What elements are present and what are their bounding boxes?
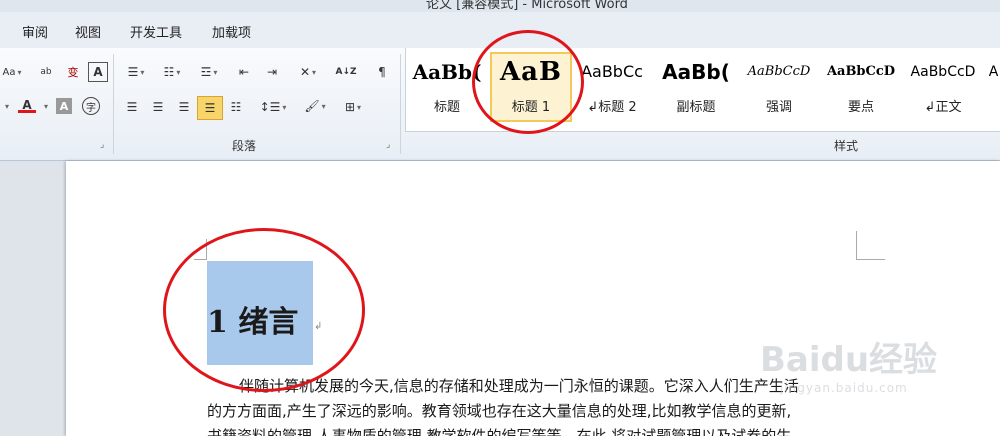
sort-icon[interactable]: A↓Z (335, 62, 356, 82)
ribbon-tabs: 审阅 视图 开发工具 加载项 (0, 12, 1000, 49)
style-preview: AaBbCcD (747, 64, 811, 79)
multilevel-list-button[interactable]: ☲ ▾ (195, 62, 223, 82)
group-separator (400, 54, 401, 154)
styles-group-label: 样式 (834, 139, 859, 153)
style-preview: AaBbCc (581, 62, 643, 81)
style-heading-1[interactable]: AaB 标题 1 (490, 52, 572, 122)
style-name: 强调 (765, 100, 792, 115)
clear-format-icon[interactable]: 变 (62, 62, 84, 82)
character-shading-icon[interactable]: A (56, 98, 72, 114)
style-heading-2[interactable]: AaBbCc ↲标题 2 (572, 54, 652, 120)
tab-view[interactable]: 视图 (75, 22, 101, 41)
align-center-icon[interactable]: ☰ (148, 97, 168, 117)
borders-button[interactable]: ⊞ ▾ (338, 97, 368, 117)
watermark-brand: Baidu经验 (760, 340, 938, 380)
style-title[interactable]: AaBb( 标题 (406, 54, 488, 120)
style-preview: AaBbCcD (910, 64, 976, 80)
font-size-shrink-button[interactable]: Aa ▾ (0, 62, 24, 82)
style-preview: AaBb( (662, 60, 730, 84)
font-color-button[interactable]: A (16, 94, 38, 116)
style-subtitle[interactable]: AaBb( 副标题 (656, 54, 736, 120)
font-color-dropdown-icon[interactable]: ▾ (40, 96, 50, 116)
style-strong[interactable]: AaBbCcD 要点 (822, 54, 900, 120)
style-name: ↲标题 2 (587, 100, 637, 115)
line-spacing-button[interactable]: ↕☰ ▾ (258, 97, 288, 117)
bullets-button[interactable]: ☰ ▾ (122, 62, 150, 82)
chinese-layout-button[interactable]: ✕ ▾ (294, 62, 322, 82)
align-right-icon[interactable]: ☰ (174, 97, 194, 117)
body-line[interactable]: 的方方面面,产生了深远的影响。教育领域也存在这大量信息的处理,比如教学信息的更新… (207, 400, 867, 421)
show-paragraph-marks-icon[interactable]: ¶ (374, 62, 390, 82)
decrease-indent-icon[interactable]: ⇤ (234, 62, 254, 82)
style-preview: AaB (500, 57, 562, 87)
styles-gallery: AaBb( 标题 AaB 标题 1 AaBbCc ↲标题 2 AaBb( 副标题… (405, 48, 1000, 132)
justify-icon[interactable]: ☰ (197, 96, 223, 120)
tab-review[interactable]: 审阅 (22, 22, 48, 41)
crop-mark-right (856, 231, 885, 260)
window-title: 论文 [兼容模式] - Microsoft Word (426, 0, 628, 12)
shading-button[interactable]: 🖌 ▾ (300, 95, 330, 117)
tab-developer[interactable]: 开发工具 (130, 22, 182, 41)
heading-1-text[interactable]: 1 绪言 (207, 297, 298, 341)
style-name: 要点 (847, 100, 874, 115)
watermark-url: jingyan.baidu.com (780, 381, 908, 395)
paragraph-dialog-launcher-icon[interactable]: ⌟ (386, 140, 390, 150)
increase-indent-icon[interactable]: ⇥ (262, 62, 282, 82)
phonetic-guide-icon[interactable]: ab (36, 62, 56, 82)
crop-mark-left (194, 239, 207, 260)
style-name: ↲正文 (924, 100, 962, 115)
numbering-button[interactable]: ☷ ▾ (158, 62, 186, 82)
style-preview: A (988, 64, 999, 80)
character-border-icon[interactable]: A (88, 62, 108, 82)
baidu-watermark-logo: Baidu经验 jingyan.baidu.com (760, 332, 937, 395)
font-overflow-icon[interactable]: ▾ (0, 96, 12, 116)
ribbon: Aa ▾ ab 变 A ▾ A ▾ A 字 ☰ ▾ ☷ ▾ ☲ ▾ ⇤ ⇥ ✕ ▾ A↓Z… (0, 48, 1000, 161)
font-dialog-launcher-icon[interactable]: ⌟ (100, 140, 104, 150)
group-separator (113, 54, 114, 154)
paragraph-group-label: 段落 (232, 139, 257, 153)
distributed-align-icon[interactable]: ☷ (226, 97, 246, 117)
style-more[interactable]: A (986, 54, 1000, 120)
enclose-characters-icon[interactable]: 字 (82, 97, 100, 115)
style-emphasis[interactable]: AaBbCcD 强调 (740, 54, 818, 120)
style-name: 标题 (433, 100, 460, 115)
style-preview: AaBb( (412, 60, 482, 84)
paragraph-mark: ↲ (314, 321, 323, 332)
body-line[interactable]: 书籍资料的管理,人事物质的管理,教学软件的编写等等。在此,将对试题管理以及试卷的… (207, 425, 867, 436)
tab-addins[interactable]: 加载项 (212, 22, 251, 41)
style-name: 标题 1 (511, 100, 551, 115)
style-normal[interactable]: AaBbCcD ↲正文 (904, 54, 982, 120)
title-bar: 论文 [兼容模式] - Microsoft Word (0, 0, 1000, 12)
style-name: 副标题 (676, 100, 716, 115)
font-partial-label: Aa (2, 66, 16, 78)
style-preview: AaBbCcD (826, 64, 896, 79)
align-left-icon[interactable]: ☰ (122, 97, 142, 117)
font-color-swatch (18, 109, 36, 113)
